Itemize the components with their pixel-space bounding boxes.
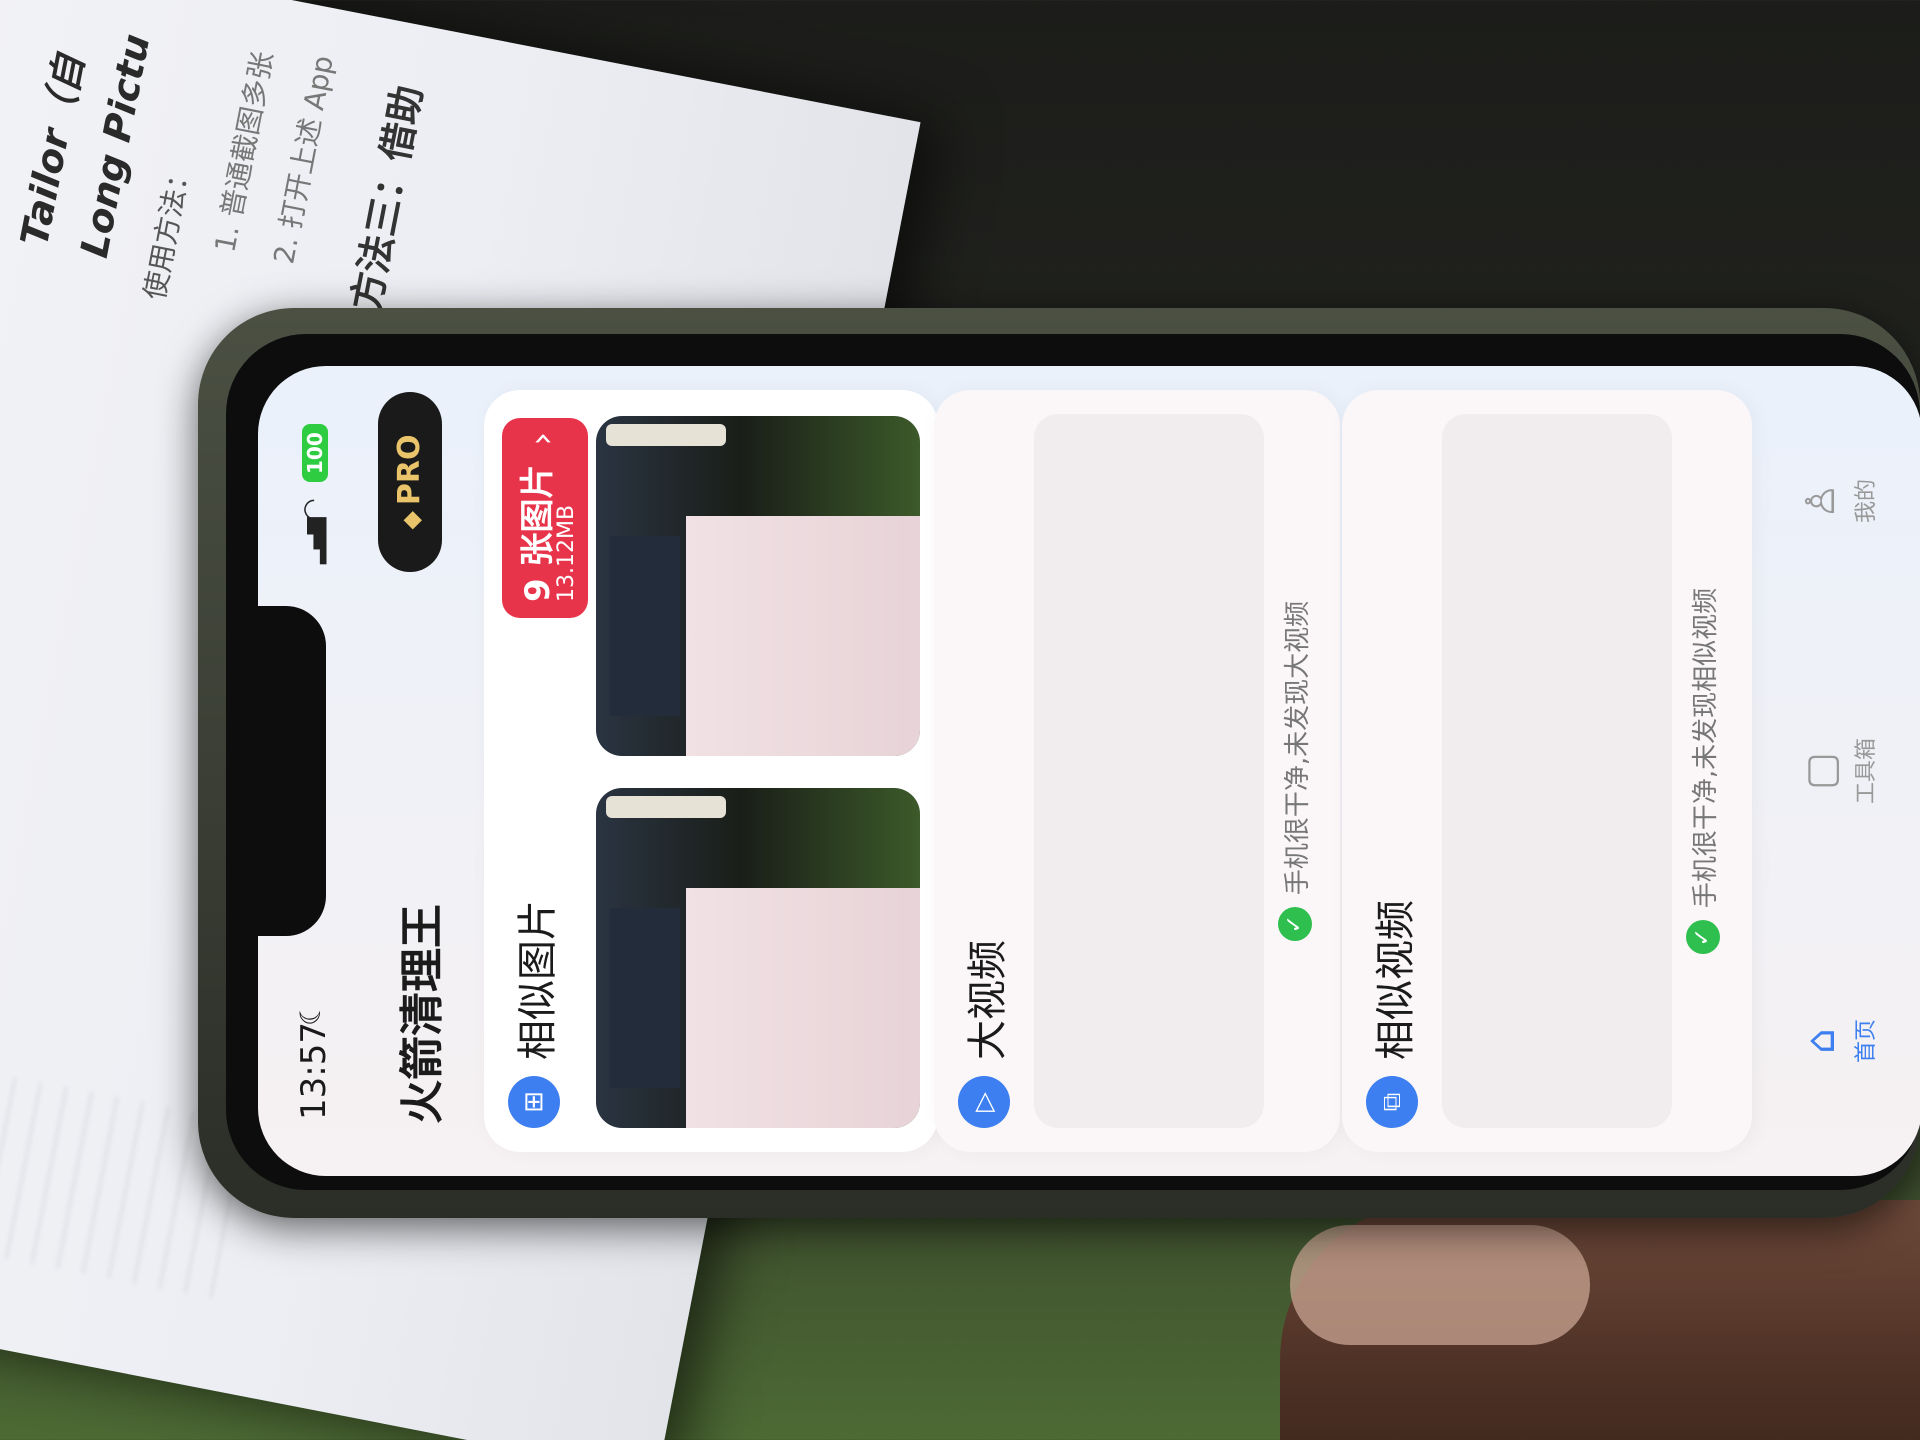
tab-home[interactable]: ⌂ 首页	[1798, 941, 1920, 1141]
tab-label: 首页	[1854, 1019, 1879, 1064]
card-header: ▷ 大视频	[956, 940, 1012, 1128]
tab-toolbox[interactable]: ▢ 工具箱	[1798, 671, 1920, 871]
clean-status: ✓ 手机很干净,未发现相似视频	[1678, 414, 1728, 1128]
card-title: 相似图片	[515, 900, 561, 1060]
status-time: 13:57	[294, 1022, 334, 1120]
chevron-right-icon: ›	[522, 432, 562, 446]
page-title: 火箭清理王	[397, 904, 448, 1124]
photo-size: 13.12MB	[554, 504, 579, 602]
photo-thumbnail[interactable]	[596, 788, 920, 1128]
diamond-icon: ◆	[397, 511, 425, 530]
status-message: 手机很干净,未发现相似视频	[1690, 587, 1721, 909]
pro-button[interactable]: ◆ PRO	[378, 392, 442, 572]
wifi-icon: ◠	[298, 498, 328, 521]
tab-label: 我的	[1854, 479, 1879, 524]
photo-group-icon: ⊞	[508, 1076, 560, 1128]
notch	[258, 606, 326, 936]
card-title: 相似视频	[1373, 900, 1419, 1060]
tab-profile[interactable]: ♙ 我的	[1798, 401, 1920, 601]
status-bar: 13:57 ☾ ▂▄▆ ◠ 100	[258, 366, 368, 1176]
card-header: ⊞ 相似图片	[506, 900, 562, 1128]
doc-line: 方法三：借助	[343, 81, 431, 315]
thumbnail-dock	[606, 796, 726, 818]
thumbnail-document	[686, 516, 920, 756]
doc-line: 使用方法：	[137, 158, 198, 303]
profile-icon: ♙	[1798, 483, 1844, 519]
pro-label: PRO	[392, 434, 427, 506]
thumbnail-document	[686, 888, 920, 1128]
app-header: 火箭清理王 ◆ PRO	[358, 366, 504, 1176]
check-icon: ✓	[1686, 920, 1720, 955]
clean-status: ✓ 手机很干净,未发现大视频	[1270, 414, 1320, 1128]
toolbox-icon: ▢	[1798, 752, 1844, 790]
tab-label: 工具箱	[1854, 738, 1879, 805]
signal-icon: ▂▄▆	[302, 519, 327, 564]
thumbnail-screen-content	[610, 536, 680, 716]
battery-indicator: 100	[302, 424, 328, 482]
empty-placeholder	[1442, 414, 1672, 1128]
empty-placeholder	[1034, 414, 1264, 1128]
moon-icon: ☾	[294, 1000, 327, 1026]
photo-count-badge[interactable]: 9 张图片 13.12MB ›	[502, 418, 588, 618]
app-view: 13:57 ☾ ▂▄▆ ◠ 100 火箭清理王 ◆ PRO ⊞ 相似图片 9 张图…	[258, 366, 1920, 1176]
video-copy-icon: ⧉	[1366, 1076, 1418, 1128]
card-header: ⧉ 相似视频	[1364, 900, 1420, 1128]
thumbnail-dock	[606, 424, 726, 446]
big-videos-card[interactable]: ▷ 大视频 ✓ 手机很干净,未发现大视频	[934, 390, 1340, 1152]
tab-bar: ⌂ 首页 ▢ 工具箱 ♙ 我的	[1798, 366, 1920, 1176]
similar-videos-card[interactable]: ⧉ 相似视频 ✓ 手机很干净,未发现相似视频	[1342, 390, 1752, 1152]
home-icon: ⌂	[1798, 1028, 1844, 1054]
check-icon: ✓	[1278, 907, 1312, 942]
similar-photos-card[interactable]: ⊞ 相似图片 9 张图片 13.12MB ›	[484, 390, 938, 1152]
background-document: Tailor（自 Long Pictu 使用方法： 1. 普通截图多张 2. 打…	[0, 0, 430, 330]
photo-count: 9 张图片	[518, 464, 558, 603]
thumbnail-screen-content	[610, 908, 680, 1088]
photo-thumbnail[interactable]	[596, 416, 920, 756]
video-play-icon: ▷	[958, 1076, 1010, 1128]
holding-thumb	[1290, 1225, 1590, 1345]
phone-screen: 13:57 ☾ ▂▄▆ ◠ 100 火箭清理王 ◆ PRO ⊞ 相似图片 9 张图…	[258, 366, 1920, 1176]
status-message: 手机很干净,未发现大视频	[1282, 600, 1313, 896]
card-title: 大视频	[965, 940, 1011, 1060]
